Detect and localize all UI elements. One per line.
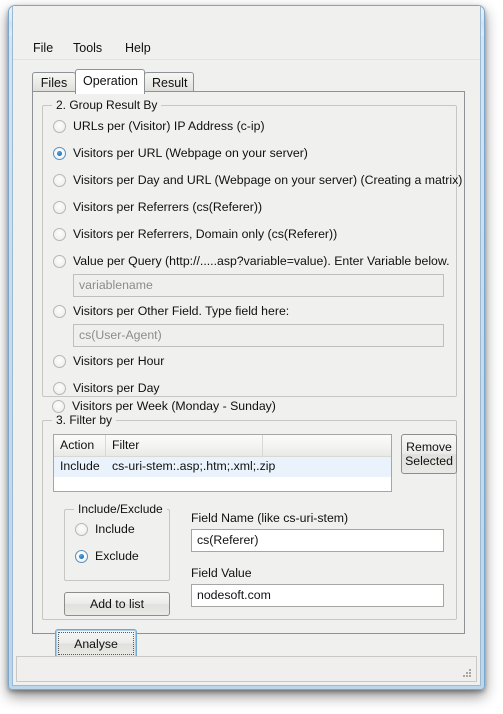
- include-exclude-title: Include/Exclude: [74, 502, 167, 516]
- cell-filter: cs-uri-stem:.asp;.htm;.xml;.zip: [106, 457, 392, 477]
- filter-list[interactable]: Action Filter Include cs-uri-stem:.asp;.…: [53, 434, 392, 492]
- tab-operation[interactable]: Operation: [75, 69, 145, 94]
- radio-indicator: [53, 174, 66, 187]
- tab-files[interactable]: Files: [32, 72, 76, 93]
- field-value-input[interactable]: nodesoft.com: [191, 584, 444, 607]
- field-name-label: Field Name (like cs-uri-stem): [191, 511, 348, 526]
- radio-indicator: [53, 355, 66, 368]
- radio-label: Visitors per Day: [73, 380, 160, 397]
- menu-bar: File Tools Help: [13, 36, 480, 60]
- tab-page-operation: 2. Group Result By URLs per (Visitor) IP…: [32, 91, 465, 634]
- menu-item-tools[interactable]: Tools: [65, 39, 110, 57]
- radio-indicator: [53, 228, 66, 241]
- resize-grip-icon[interactable]: [461, 667, 473, 679]
- radio-indicator: [53, 201, 66, 214]
- tab-strip: Files Operation Result: [32, 69, 332, 93]
- radio-label: Visitors per Referrers (cs(Referer)): [73, 199, 262, 216]
- menu-item-help[interactable]: Help: [117, 39, 159, 57]
- radio-indicator: [75, 550, 88, 563]
- column-header-blank[interactable]: [263, 435, 392, 456]
- status-bar: [16, 656, 477, 682]
- remove-selected-button[interactable]: Remove Selected: [401, 434, 457, 474]
- filter-list-header: Action Filter: [54, 435, 391, 457]
- radio-label: Visitors per Referrers, Domain only (cs(…: [73, 226, 337, 243]
- cell-action: Include: [54, 457, 106, 477]
- table-row[interactable]: Include cs-uri-stem:.asp;.htm;.xml;.zip: [54, 457, 391, 477]
- radio-indicator: [53, 382, 66, 395]
- radio-label: Exclude: [95, 548, 139, 565]
- application-window: IIS Logfile Analyser ✕ File Tools Help F…: [8, 5, 485, 690]
- radio-indicator: [53, 120, 66, 133]
- other-field-input[interactable]: cs(User-Agent): [73, 324, 444, 347]
- radio-label: Visitors per Other Field. Type field her…: [73, 303, 289, 320]
- filter-by-groupbox: 3. Filter by Action Filter Include cs-ur…: [42, 420, 457, 620]
- window-client-area: File Tools Help Files Operation Result 2…: [12, 6, 481, 686]
- menu-item-file[interactable]: File: [25, 39, 61, 57]
- tab-result[interactable]: Result: [144, 72, 194, 93]
- radio-indicator: [53, 305, 66, 318]
- group-result-by-groupbox: 2. Group Result By URLs per (Visitor) IP…: [42, 105, 457, 397]
- group-result-by-title: 2. Group Result By: [52, 98, 161, 112]
- field-value-label: Field Value: [191, 566, 252, 581]
- analyse-button[interactable]: Analyse: [55, 629, 137, 658]
- include-exclude-groupbox: Include/Exclude Include Exclude: [64, 509, 170, 581]
- add-to-list-button[interactable]: Add to list: [64, 592, 170, 616]
- radio-indicator: [75, 523, 88, 536]
- radio-label: Visitors per Hour: [73, 353, 164, 370]
- field-name-input[interactable]: cs(Referer): [191, 529, 444, 552]
- radio-indicator: [53, 255, 66, 268]
- radio-label: Visitors per URL (Webpage on your server…: [73, 145, 308, 162]
- variable-name-input[interactable]: variablename: [73, 274, 444, 297]
- radio-label: Include: [95, 521, 135, 538]
- radio-indicator: [52, 400, 65, 413]
- remove-selected-line1: Remove: [406, 440, 452, 454]
- column-header-action[interactable]: Action: [54, 435, 106, 456]
- radio-label: Value per Query (http://.....asp?variabl…: [73, 253, 450, 270]
- filter-by-title: 3. Filter by: [52, 413, 116, 427]
- analyse-button-label: Analyse: [74, 637, 118, 651]
- remove-selected-line2: Selected: [405, 454, 453, 468]
- radio-label: URLs per (Visitor) IP Address (c-ip): [73, 118, 265, 135]
- radio-indicator: [53, 147, 66, 160]
- radio-label: Visitors per Day and URL (Webpage on you…: [73, 172, 462, 189]
- column-header-filter[interactable]: Filter: [106, 435, 263, 456]
